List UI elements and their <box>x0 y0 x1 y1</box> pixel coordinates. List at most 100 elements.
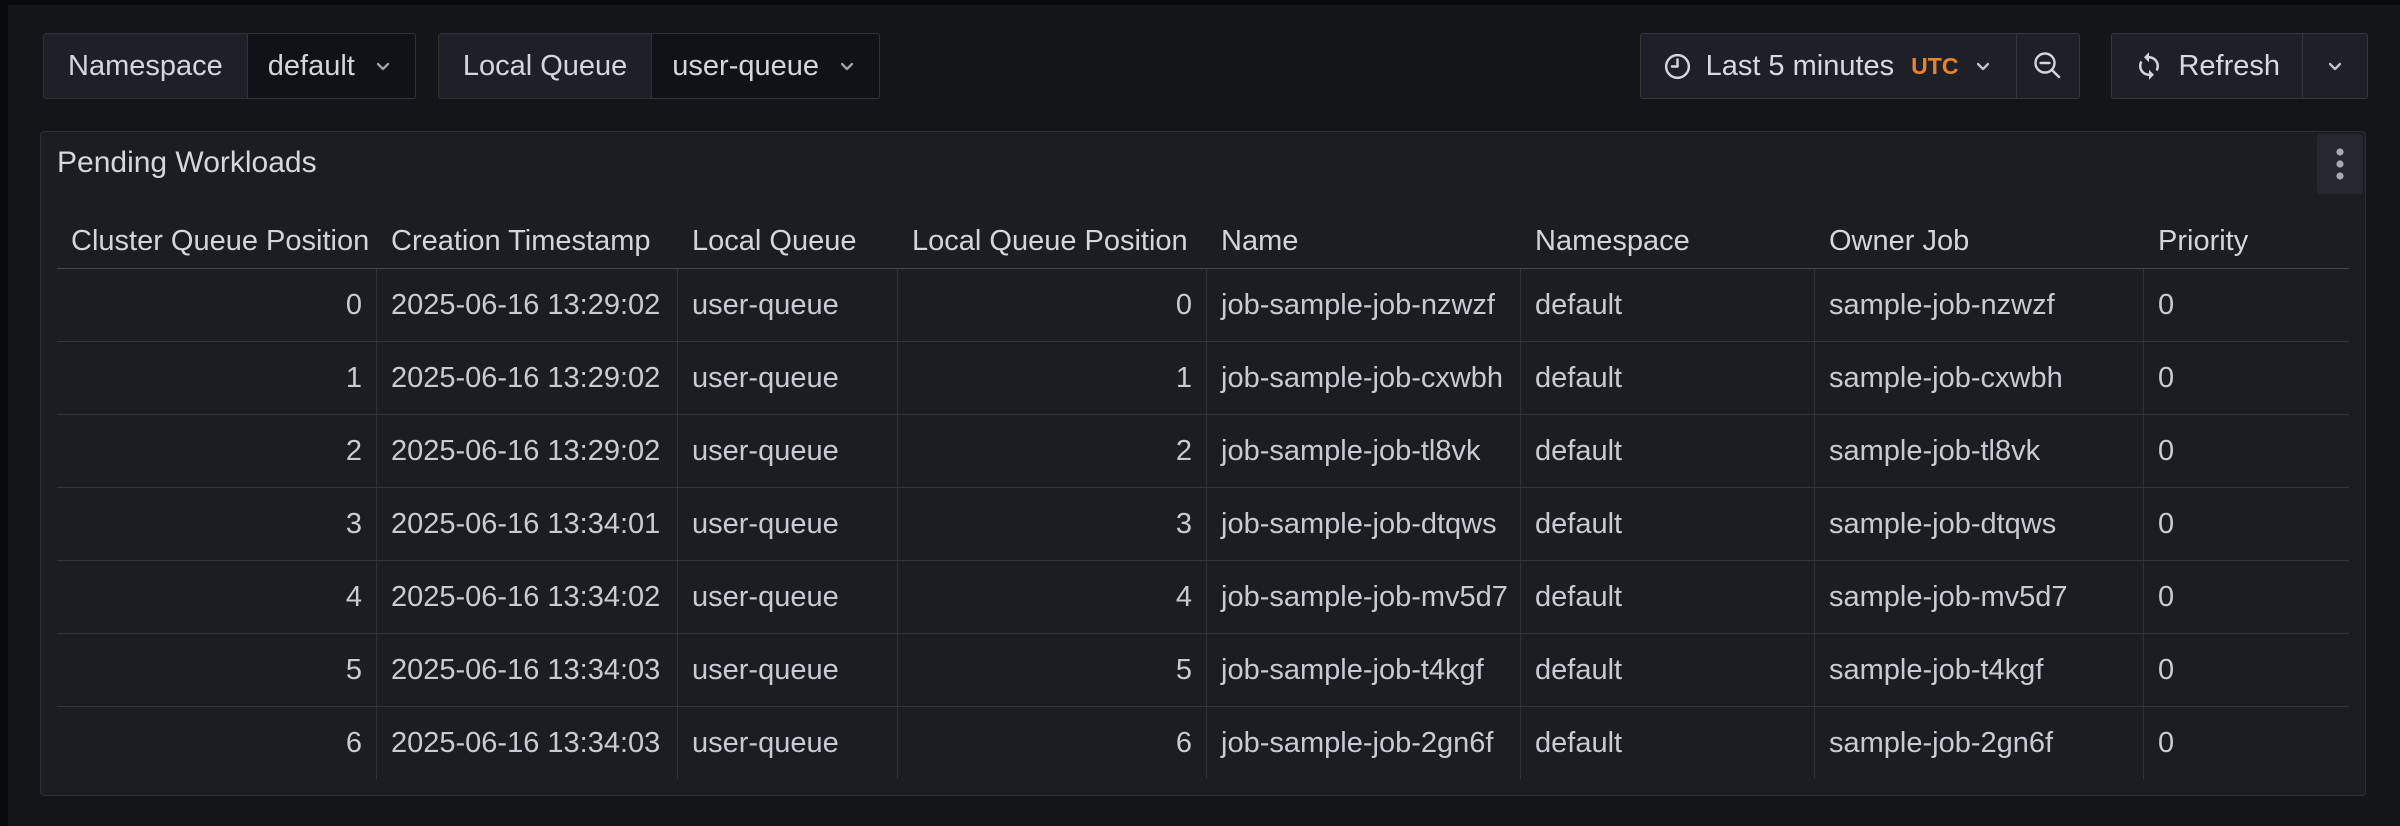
table-cell: 0 <box>2144 269 2349 341</box>
table-cell: 4 <box>898 561 1207 633</box>
refresh-controls: Refresh <box>2111 33 2368 99</box>
table-cell: 3 <box>898 488 1207 560</box>
table-row: 22025-06-16 13:29:02user-queue2job-sampl… <box>57 415 2349 488</box>
table-body: 02025-06-16 13:29:02user-queue0job-sampl… <box>57 269 2349 779</box>
table-cell: job-sample-job-dtqws <box>1207 488 1521 560</box>
pending-workloads-panel: Pending Workloads Cluster Queue Position… <box>40 131 2366 796</box>
table-cell: sample-job-2gn6f <box>1815 707 2144 779</box>
table-cell: 2025-06-16 13:34:01 <box>377 488 678 560</box>
clock-icon <box>1662 51 1693 82</box>
variable-local-queue-label: Local Queue <box>439 34 652 98</box>
kebab-menu-icon <box>2334 145 2346 183</box>
column-header-name[interactable]: Name <box>1207 225 1521 258</box>
table-cell: default <box>1521 707 1815 779</box>
table-cell: 5 <box>898 634 1207 706</box>
dashboard-variables: Namespace default Local Queue user-queue <box>43 33 880 99</box>
column-header-namespace[interactable]: Namespace <box>1521 225 1815 258</box>
table-cell: 2025-06-16 13:29:02 <box>377 415 678 487</box>
table-cell: 0 <box>2144 561 2349 633</box>
table-cell: 6 <box>57 707 377 779</box>
table-cell: default <box>1521 269 1815 341</box>
time-range-label: Last 5 minutes <box>1706 50 1895 83</box>
table-cell: job-sample-job-t4kgf <box>1207 634 1521 706</box>
table-row: 32025-06-16 13:34:01user-queue3job-sampl… <box>57 488 2349 561</box>
table-cell: 2025-06-16 13:29:02 <box>377 269 678 341</box>
refresh-interval-dropdown[interactable] <box>2302 34 2367 98</box>
table-row: 02025-06-16 13:29:02user-queue0job-sampl… <box>57 269 2349 342</box>
variable-namespace: Namespace default <box>43 33 416 99</box>
window-edge-left <box>0 0 8 826</box>
table-cell: 0 <box>2144 342 2349 414</box>
table-header-row: Cluster Queue PositionCreation Timestamp… <box>57 214 2349 269</box>
table-cell: job-sample-job-tl8vk <box>1207 415 1521 487</box>
variable-namespace-value: default <box>268 50 355 83</box>
panel-menu-button[interactable] <box>2317 134 2363 194</box>
table-cell: sample-job-nzwzf <box>1815 269 2144 341</box>
variable-namespace-select[interactable]: default <box>248 34 415 98</box>
table-cell: sample-job-tl8vk <box>1815 415 2144 487</box>
chevron-down-icon <box>835 54 859 78</box>
table-cell: job-sample-job-nzwzf <box>1207 269 1521 341</box>
table-cell: 1 <box>57 342 377 414</box>
variable-local-queue-value: user-queue <box>672 50 819 83</box>
refresh-icon <box>2134 51 2164 81</box>
timezone-label: UTC <box>1911 53 1958 80</box>
table-cell: sample-job-mv5d7 <box>1815 561 2144 633</box>
table-cell: 4 <box>57 561 377 633</box>
table-cell: 2 <box>898 415 1207 487</box>
toolbar-right: Last 5 minutes UTC Refresh <box>1640 33 2368 99</box>
column-header-local-queue[interactable]: Local Queue <box>678 225 898 258</box>
table-cell: 0 <box>2144 488 2349 560</box>
table-cell: user-queue <box>678 561 898 633</box>
table-cell: 0 <box>2144 634 2349 706</box>
variable-local-queue: Local Queue user-queue <box>438 33 880 99</box>
table-cell: 5 <box>57 634 377 706</box>
zoom-out-icon <box>2031 49 2065 83</box>
table-cell: 0 <box>2144 415 2349 487</box>
table-cell: user-queue <box>678 342 898 414</box>
table-cell: 0 <box>57 269 377 341</box>
variable-local-queue-select[interactable]: user-queue <box>652 34 879 98</box>
table-cell: default <box>1521 561 1815 633</box>
table-cell: user-queue <box>678 634 898 706</box>
pending-workloads-table: Cluster Queue PositionCreation Timestamp… <box>57 214 2349 779</box>
panel-title: Pending Workloads <box>57 146 317 180</box>
table-cell: 2025-06-16 13:34:03 <box>377 707 678 779</box>
table-cell: user-queue <box>678 415 898 487</box>
column-header-owner-job[interactable]: Owner Job <box>1815 225 2144 258</box>
table-cell: job-sample-job-cxwbh <box>1207 342 1521 414</box>
table-cell: 2025-06-16 13:34:02 <box>377 561 678 633</box>
column-header-local-queue-position[interactable]: Local Queue Position <box>898 225 1207 258</box>
table-cell: 2025-06-16 13:34:03 <box>377 634 678 706</box>
table-cell: job-sample-job-2gn6f <box>1207 707 1521 779</box>
table-cell: 2 <box>57 415 377 487</box>
table-cell: job-sample-job-mv5d7 <box>1207 561 1521 633</box>
table-cell: user-queue <box>678 707 898 779</box>
grafana-dashboard: Namespace default Local Queue user-queue <box>0 0 2400 826</box>
table-cell: 0 <box>898 269 1207 341</box>
table-cell: 3 <box>57 488 377 560</box>
time-picker-button[interactable]: Last 5 minutes UTC <box>1641 34 2017 98</box>
table-cell: sample-job-dtqws <box>1815 488 2144 560</box>
table-cell: user-queue <box>678 488 898 560</box>
table-cell: default <box>1521 342 1815 414</box>
zoom-out-time-button[interactable] <box>2016 34 2079 98</box>
chevron-down-icon <box>2323 54 2347 78</box>
chevron-down-icon <box>371 54 395 78</box>
table-cell: user-queue <box>678 269 898 341</box>
column-header-creation-timestamp[interactable]: Creation Timestamp <box>377 225 678 258</box>
column-header-cluster-queue-position[interactable]: Cluster Queue Position <box>57 225 377 258</box>
refresh-label: Refresh <box>2178 50 2280 83</box>
table-cell: sample-job-t4kgf <box>1815 634 2144 706</box>
refresh-button[interactable]: Refresh <box>2112 34 2302 98</box>
table-row: 52025-06-16 13:34:03user-queue5job-sampl… <box>57 634 2349 707</box>
table-cell: 6 <box>898 707 1207 779</box>
table-row: 62025-06-16 13:34:03user-queue6job-sampl… <box>57 707 2349 779</box>
table-cell: 2025-06-16 13:29:02 <box>377 342 678 414</box>
time-controls: Last 5 minutes UTC <box>1640 33 2081 99</box>
table-cell: 0 <box>2144 707 2349 779</box>
table-cell: 1 <box>898 342 1207 414</box>
table-cell: default <box>1521 415 1815 487</box>
column-header-priority[interactable]: Priority <box>2144 225 2349 258</box>
panel-header: Pending Workloads <box>41 132 2365 194</box>
